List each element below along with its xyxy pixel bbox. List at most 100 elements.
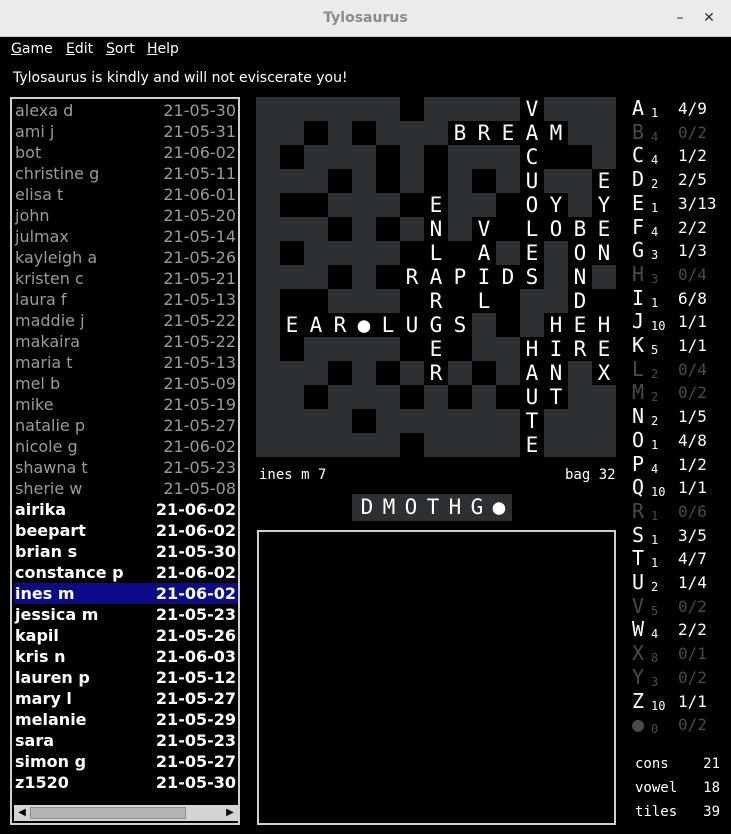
board-square[interactable]	[256, 433, 280, 457]
board-square[interactable]	[568, 409, 592, 433]
board-square[interactable]	[328, 97, 352, 121]
board-square[interactable]	[496, 433, 520, 457]
board-tile[interactable]: I	[472, 265, 496, 289]
board-square[interactable]	[280, 97, 304, 121]
rack-tile[interactable]: T	[421, 494, 445, 521]
board-square[interactable]	[568, 385, 592, 409]
board-square[interactable]	[592, 121, 616, 145]
board-tile[interactable]: O	[544, 217, 568, 241]
board-square[interactable]	[448, 433, 472, 457]
player-row[interactable]: beepart 21-06-02	[14, 520, 238, 541]
player-row[interactable]: kris n 21-06-03	[14, 646, 238, 667]
board-square[interactable]	[256, 241, 280, 265]
board-square[interactable]	[352, 217, 376, 241]
player-row[interactable]: laura f 21-05-13	[14, 289, 238, 310]
board-square[interactable]	[376, 97, 400, 121]
player-row[interactable]: christine g 21-05-11	[14, 163, 238, 184]
board-tile[interactable]: U	[520, 385, 544, 409]
board-square[interactable]	[304, 217, 328, 241]
board-tile[interactable]: S	[448, 313, 472, 337]
scroll-left-icon[interactable]: ◀	[15, 806, 29, 820]
board-square[interactable]	[328, 241, 352, 265]
board-square[interactable]	[256, 169, 280, 193]
menu-game[interactable]: Game	[11, 41, 53, 57]
menu-edit[interactable]: Edit	[66, 41, 93, 57]
board-square[interactable]	[280, 433, 304, 457]
board-tile[interactable]: I	[544, 337, 568, 361]
player-row[interactable]: julmax 21-05-14	[14, 226, 238, 247]
board-tile[interactable]: D	[496, 265, 520, 289]
board-square[interactable]	[352, 385, 376, 409]
board-square[interactable]	[376, 337, 400, 361]
player-row[interactable]: jessica m 21-05-23	[14, 604, 238, 625]
board-square[interactable]	[472, 409, 496, 433]
board-square[interactable]	[544, 409, 568, 433]
player-row[interactable]: airika 21-06-02	[14, 499, 238, 520]
board-tile[interactable]: N	[592, 241, 616, 265]
board-square[interactable]	[592, 97, 616, 121]
board-square[interactable]	[280, 217, 304, 241]
board-tile[interactable]: G	[424, 313, 448, 337]
board-square[interactable]	[352, 361, 376, 385]
board-square[interactable]	[352, 169, 376, 193]
board-square[interactable]	[472, 433, 496, 457]
board-square[interactable]	[256, 409, 280, 433]
minimize-button[interactable]: –	[670, 8, 690, 28]
horizontal-scrollbar[interactable]: ◀ ▶	[14, 805, 238, 821]
board-square[interactable]	[256, 361, 280, 385]
board-square[interactable]	[280, 361, 304, 385]
player-row[interactable]: ami j 21-05-31	[14, 121, 238, 142]
board-tile[interactable]: R	[472, 121, 496, 145]
board-tile[interactable]: U	[400, 313, 424, 337]
board-tile[interactable]: H	[544, 313, 568, 337]
board-tile[interactable]: X	[592, 361, 616, 385]
board-tile[interactable]: H	[592, 313, 616, 337]
board-square[interactable]	[400, 145, 424, 169]
board-tile[interactable]: C	[520, 145, 544, 169]
board-tile[interactable]: R	[328, 313, 352, 337]
board-tile[interactable]: A	[520, 361, 544, 385]
board-square[interactable]	[448, 97, 472, 121]
player-row[interactable]: ines m 21-06-02	[14, 583, 238, 604]
menu-help[interactable]: Help	[147, 41, 179, 57]
board-square[interactable]	[472, 145, 496, 169]
tile-rack[interactable]: D M O T H G ●	[352, 494, 512, 521]
board-tile[interactable]: R	[568, 337, 592, 361]
board-square[interactable]	[544, 169, 568, 193]
player-row[interactable]: lauren p 21-05-12	[14, 667, 238, 688]
close-button[interactable]: ✕	[699, 8, 719, 28]
board-tile[interactable]: E	[424, 337, 448, 361]
board-square[interactable]	[352, 433, 376, 457]
board-square[interactable]	[328, 385, 352, 409]
board-tile[interactable]: U	[520, 169, 544, 193]
game-board[interactable]: V B R E A M C U E E O Y Y N V L O B E L A E O N R A P I D S N R L D E A R ● L U…	[256, 97, 616, 457]
scroll-right-icon[interactable]: ▶	[223, 806, 237, 820]
message-area[interactable]	[257, 530, 616, 825]
board-square[interactable]	[328, 289, 352, 313]
player-row[interactable]: brian s 21-05-30	[14, 541, 238, 562]
board-square[interactable]	[304, 169, 328, 193]
board-square[interactable]	[448, 169, 472, 193]
rack-tile[interactable]: O	[399, 494, 423, 521]
board-square[interactable]	[592, 145, 616, 169]
player-row[interactable]: maria t 21-05-13	[14, 352, 238, 373]
board-square[interactable]	[424, 97, 448, 121]
board-square[interactable]	[328, 121, 352, 145]
board-square[interactable]	[256, 217, 280, 241]
board-square[interactable]	[424, 121, 448, 145]
board-tile[interactable]: A	[520, 121, 544, 145]
board-tile[interactable]: E	[592, 337, 616, 361]
board-square[interactable]	[256, 337, 280, 361]
board-square[interactable]	[256, 385, 280, 409]
board-square[interactable]	[424, 385, 448, 409]
board-square[interactable]	[304, 145, 328, 169]
board-square[interactable]	[304, 241, 328, 265]
board-square[interactable]	[352, 193, 376, 217]
player-row[interactable]: melanie 21-05-29	[14, 709, 238, 730]
player-row[interactable]: john 21-05-20	[14, 205, 238, 226]
board-square[interactable]	[568, 361, 592, 385]
board-square[interactable]	[328, 409, 352, 433]
board-square[interactable]	[256, 193, 280, 217]
board-square[interactable]	[496, 409, 520, 433]
board-square[interactable]	[568, 433, 592, 457]
